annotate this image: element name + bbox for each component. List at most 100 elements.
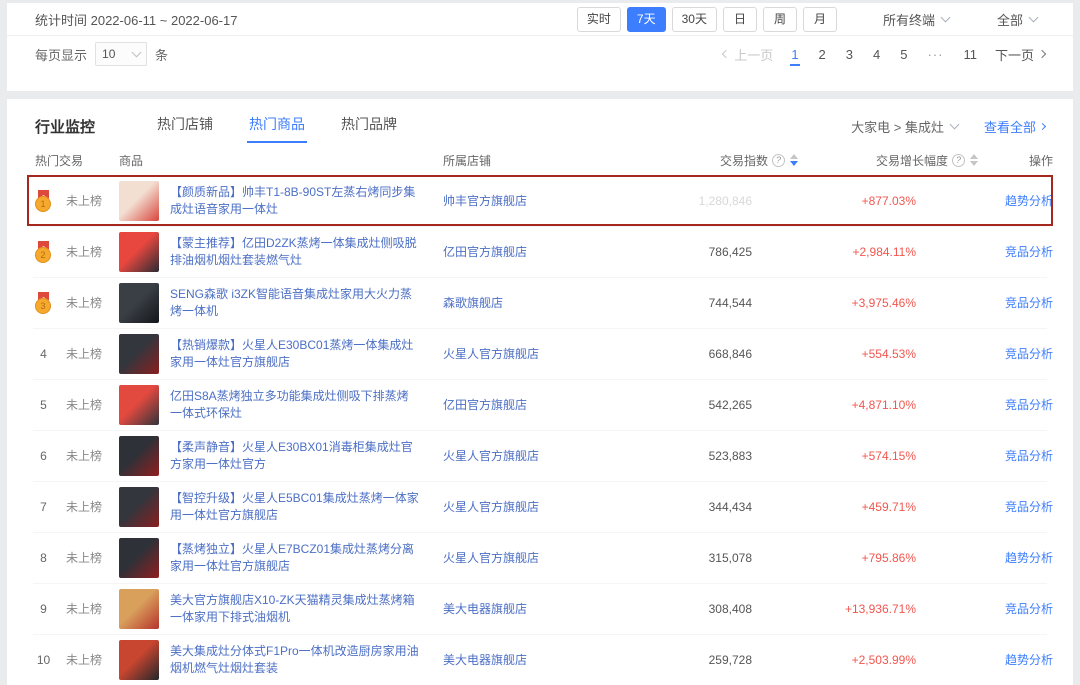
growth-cell: +2,503.99% [798,651,978,669]
store-link[interactable]: 亿田官方旗舰店 [443,245,527,259]
store-link[interactable]: 森歌旗舰店 [443,296,503,310]
action-link[interactable]: 竞品分析 [1005,296,1053,310]
table-row: 8未上榜 【蒸烤独立】火星人E7BCZ01集成灶蒸烤分离家用一体灶官方旗舰店 火星人… [27,532,1053,583]
help-icon[interactable] [952,154,965,167]
action-link[interactable]: 趋势分析 [1005,551,1053,565]
tab-hot-products[interactable]: 热门商品 [249,107,305,145]
time-button-realtime[interactable]: 实时 [577,7,621,32]
index-value: 344,434 [709,500,798,514]
table-row: 1未上榜【颜质新品】帅丰T1-8B-90ST左蒸右烤同步集成灶语音家用一体灶帅丰… [27,175,1053,226]
product-link[interactable]: 【蒸烤独立】火星人E7BCZ01集成灶蒸烤分离家用一体灶官方旗舰店 [170,541,420,575]
action-link[interactable]: 竞品分析 [1005,602,1053,616]
page-size-select[interactable]: 10 [95,42,147,66]
sort-asc-icon [790,154,798,159]
index-value: 315,078 [709,551,798,565]
time-button-day[interactable]: 日 [723,7,757,32]
rank-cell: 9未上榜 [27,600,119,617]
product-thumbnail[interactable] [119,385,159,425]
rank-number: 8 [35,551,52,565]
product-thumbnail[interactable] [119,589,159,629]
growth-value: +3,975.46% [852,296,978,310]
product-link[interactable]: 【智控升级】火星人E5BC01集成灶蒸烤一体家用一体灶官方旗舰店 [170,490,420,524]
index-cell: 315,078 [658,549,798,567]
sort-control-growth[interactable] [970,154,978,166]
store-link[interactable]: 美大电器旗舰店 [443,653,527,667]
action-link[interactable]: 竞品分析 [1005,500,1053,514]
action-link[interactable]: 竞品分析 [1005,398,1053,412]
page-number-3[interactable]: 3 [845,45,854,64]
action-link[interactable]: 竞品分析 [1005,245,1053,259]
action-cell: 竞品分析 [978,243,1053,261]
store-cell: 亿田官方旗舰店 [443,243,658,261]
time-button-week[interactable]: 周 [763,7,797,32]
tab-hot-brands[interactable]: 热门品牌 [341,107,397,145]
rank-cell: 10未上榜 [27,651,119,668]
table-row: 10未上榜 美大集成灶分体式F1Pro一体机改造厨房家用油烟机燃气灶烟灶套装 美大电… [27,634,1053,685]
header-rank: 热门交易 [27,152,119,169]
store-link[interactable]: 火星人官方旗舰店 [443,551,539,565]
scope-dropdown-label: 全部 [997,10,1023,29]
help-icon[interactable] [772,154,785,167]
product-thumbnail[interactable] [119,436,159,476]
action-link[interactable]: 趋势分析 [1005,653,1053,667]
product-link[interactable]: SENG森歌 i3ZK智能语音集成灶家用大火力蒸烤一体机 [170,286,420,320]
rank-number: 6 [35,449,52,463]
action-link[interactable]: 竞品分析 [1005,449,1053,463]
view-all-label: 查看全部 [984,117,1036,136]
action-link[interactable]: 竞品分析 [1005,347,1053,361]
product-thumbnail[interactable] [119,334,159,374]
scope-dropdown[interactable]: 全部 [997,10,1037,29]
product-link[interactable]: 【颜质新品】帅丰T1-8B-90ST左蒸右烤同步集成灶语音家用一体灶 [170,184,420,218]
growth-value: +13,936.71% [845,602,978,616]
page-number-1[interactable]: 1 [790,45,799,66]
store-cell: 森歌旗舰店 [443,294,658,312]
product-link[interactable]: 美大集成灶分体式F1Pro一体机改造厨房家用油烟机燃气灶烟灶套装 [170,643,420,677]
index-value: 744,544 [709,296,798,310]
page-number-4[interactable]: 4 [872,45,881,64]
product-thumbnail[interactable] [119,232,159,272]
store-link[interactable]: 火星人官方旗舰店 [443,347,539,361]
store-link[interactable]: 亿田官方旗舰店 [443,398,527,412]
product-link[interactable]: 【热销爆款】火星人E30BC01蒸烤一体集成灶家用一体灶官方旗舰店 [170,337,420,371]
rank-number: 10 [35,653,52,667]
next-page-button[interactable]: 下一页 [995,45,1045,64]
tab-hot-shops[interactable]: 热门店铺 [157,107,213,145]
prev-page-button[interactable]: 上一页 [723,45,773,64]
growth-value: +795.86% [862,551,978,565]
time-button-month[interactable]: 月 [803,7,837,32]
rank-cell: 8未上榜 [27,549,119,566]
view-all-link[interactable]: 查看全部 [984,117,1045,136]
store-cell: 帅丰官方旗舰店 [443,192,658,210]
product-thumbnail[interactable] [119,487,159,527]
sort-control-index[interactable] [790,154,798,166]
rank-cell: 6未上榜 [27,447,119,464]
time-button-30d[interactable]: 30天 [672,7,717,32]
page-number-5[interactable]: 5 [899,45,908,64]
product-link[interactable]: 亿田S8A蒸烤独立多功能集成灶侧吸下排蒸烤一体式环保灶 [170,388,420,422]
store-link[interactable]: 火星人官方旗舰店 [443,500,539,514]
time-button-7d[interactable]: 7天 [627,7,666,32]
category-dropdown[interactable]: 大家电 > 集成灶 [851,117,958,136]
header-action: 操作 [978,152,1053,169]
product-thumbnail[interactable] [119,181,159,221]
growth-cell: +554.53% [798,345,978,363]
product-thumbnail[interactable] [119,538,159,578]
product-thumbnail[interactable] [119,283,159,323]
index-value: 542,265 [709,398,798,412]
store-link[interactable]: 帅丰官方旗舰店 [443,194,527,208]
product-link[interactable]: 【柔声静音】火星人E30BX01消毒柜集成灶官方家用一体灶官方 [170,439,420,473]
action-link[interactable]: 趋势分析 [1005,194,1053,208]
product-cell: 美大集成灶分体式F1Pro一体机改造厨房家用油烟机燃气灶烟灶套装 [119,640,443,680]
page-number-2[interactable]: 2 [818,45,827,64]
store-link[interactable]: 美大电器旗舰店 [443,602,527,616]
page-number-11[interactable]: 11 [962,45,978,64]
index-value: 523,883 [709,449,798,463]
product-thumbnail[interactable] [119,640,159,680]
action-cell: 竞品分析 [978,345,1053,363]
product-link[interactable]: 美大官方旗舰店X10-ZK天猫精灵集成灶蒸烤箱一体家用下排式油烟机 [170,592,420,626]
store-link[interactable]: 火星人官方旗舰店 [443,449,539,463]
store-cell: 亿田官方旗舰店 [443,396,658,414]
product-link[interactable]: 【蒙主推荐】亿田D2ZK蒸烤一体集成灶侧吸脱排油烟机烟灶套装燃气灶 [170,235,420,269]
table-row: 2未上榜【蒙主推荐】亿田D2ZK蒸烤一体集成灶侧吸脱排油烟机烟灶套装燃气灶亿田官… [27,226,1053,277]
terminal-dropdown[interactable]: 所有终端 [883,10,949,29]
